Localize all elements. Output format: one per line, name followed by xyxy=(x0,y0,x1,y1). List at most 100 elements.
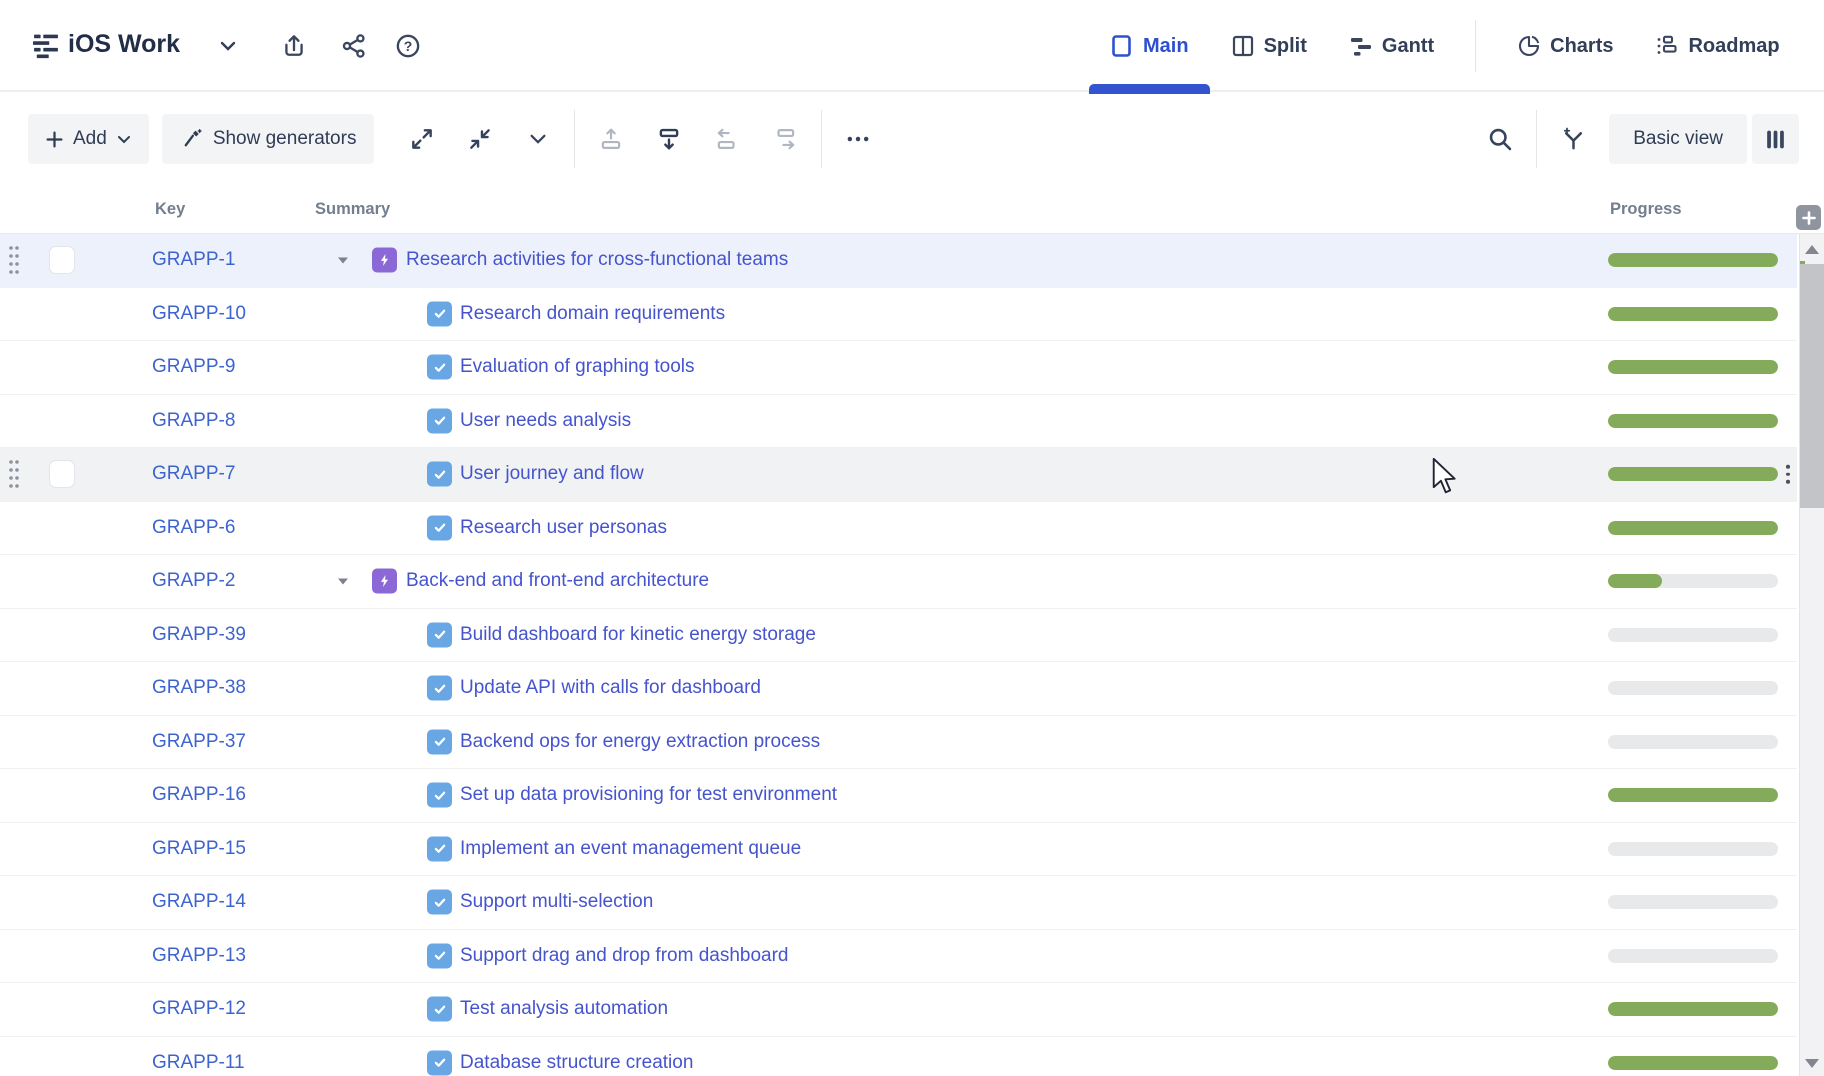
progress-fill xyxy=(1608,574,1662,588)
issue-key[interactable]: GRAPP-13 xyxy=(152,945,246,967)
table-row[interactable]: GRAPP-13 Support drag and drop from dash… xyxy=(0,930,1797,984)
issue-summary[interactable]: User journey and flow xyxy=(460,463,644,485)
issue-key[interactable]: GRAPP-14 xyxy=(152,891,246,913)
issue-summary[interactable]: Back-end and front-end architecture xyxy=(406,570,709,592)
column-header-summary[interactable]: Summary xyxy=(315,200,390,219)
issue-key[interactable]: GRAPP-16 xyxy=(152,784,246,806)
show-generators-button[interactable]: Show generators xyxy=(162,114,375,164)
search-icon[interactable] xyxy=(1486,125,1514,153)
row-checkbox[interactable] xyxy=(49,460,75,488)
table-row[interactable]: GRAPP-2 Back-end and front-end architect… xyxy=(0,555,1797,609)
tab-label: Roadmap xyxy=(1688,35,1779,58)
issue-key[interactable]: GRAPP-7 xyxy=(152,463,235,485)
add-button[interactable]: Add xyxy=(28,114,149,164)
issue-summary[interactable]: Test analysis automation xyxy=(460,998,668,1020)
smart-filter-icon[interactable] xyxy=(1559,125,1587,153)
chevron-down-icon[interactable] xyxy=(220,40,236,52)
table-row[interactable]: GRAPP-7 User journey and flow xyxy=(0,448,1797,502)
collapse-chevron-icon[interactable] xyxy=(336,576,350,586)
column-header-progress[interactable]: Progress xyxy=(1610,200,1682,219)
help-icon[interactable]: ? xyxy=(394,32,422,60)
progress-bar xyxy=(1608,735,1778,749)
issue-summary[interactable]: Set up data provisioning for test enviro… xyxy=(460,784,837,806)
table-row[interactable]: GRAPP-12 Test analysis automation xyxy=(0,983,1797,1037)
table-row[interactable]: GRAPP-8 User needs analysis xyxy=(0,395,1797,449)
drag-handle-icon[interactable] xyxy=(8,243,20,277)
columns-icon[interactable] xyxy=(1752,114,1799,164)
issue-key[interactable]: GRAPP-10 xyxy=(152,303,246,325)
table-row[interactable]: GRAPP-39 Build dashboard for kinetic ene… xyxy=(0,609,1797,663)
export-icon[interactable] xyxy=(280,32,308,60)
issue-summary[interactable]: Build dashboard for kinetic energy stora… xyxy=(460,624,816,646)
collapse-chevron-icon[interactable] xyxy=(336,255,350,265)
more-actions-icon[interactable] xyxy=(844,125,872,153)
issue-summary[interactable]: Backend ops for energy extraction proces… xyxy=(460,731,820,753)
table-row[interactable]: GRAPP-1 Research activities for cross-fu… xyxy=(0,234,1797,288)
progress-bar xyxy=(1608,521,1778,535)
issue-summary[interactable]: Evaluation of graphing tools xyxy=(460,356,695,378)
issue-summary[interactable]: Research domain requirements xyxy=(460,303,725,325)
tab-divider xyxy=(1475,20,1476,72)
column-header-key[interactable]: Key xyxy=(155,200,185,219)
tab-roadmap[interactable]: Roadmap xyxy=(1634,0,1800,92)
row-checkbox[interactable] xyxy=(49,246,75,274)
issue-summary[interactable]: Support multi-selection xyxy=(460,891,653,913)
table-row[interactable]: GRAPP-11 Database structure creation xyxy=(0,1037,1797,1076)
progress-bar xyxy=(1608,307,1778,321)
scrollbar-thumb[interactable] xyxy=(1800,264,1824,508)
issue-summary[interactable]: Support drag and drop from dashboard xyxy=(460,945,789,967)
scroll-up-arrow[interactable] xyxy=(1805,245,1819,254)
progress-fill xyxy=(1608,414,1778,428)
issue-summary[interactable]: Research activities for cross-functional… xyxy=(406,249,788,271)
progress-bar xyxy=(1608,574,1778,588)
issue-summary[interactable]: User needs analysis xyxy=(460,410,631,432)
issue-key[interactable]: GRAPP-2 xyxy=(152,570,235,592)
table-row[interactable]: GRAPP-15 Implement an event management q… xyxy=(0,823,1797,877)
issue-summary[interactable]: Update API with calls for dashboard xyxy=(460,677,761,699)
chevron-down-icon[interactable] xyxy=(524,125,552,153)
task-icon xyxy=(427,997,452,1022)
issue-key[interactable]: GRAPP-37 xyxy=(152,731,246,753)
issue-key[interactable]: GRAPP-8 xyxy=(152,410,235,432)
issue-key[interactable]: GRAPP-39 xyxy=(152,624,246,646)
share-icon[interactable] xyxy=(340,32,368,60)
issue-key[interactable]: GRAPP-15 xyxy=(152,838,246,860)
issue-key[interactable]: GRAPP-12 xyxy=(152,998,246,1020)
row-menu-icon[interactable] xyxy=(1786,465,1790,484)
table-row[interactable]: GRAPP-14 Support multi-selection xyxy=(0,876,1797,930)
expand-all-icon[interactable] xyxy=(408,125,436,153)
add-column-button[interactable] xyxy=(1796,205,1821,230)
insert-below-icon[interactable] xyxy=(655,125,683,153)
tab-main[interactable]: Main xyxy=(1089,0,1210,92)
issue-summary[interactable]: Database structure creation xyxy=(460,1052,693,1074)
table-row[interactable]: GRAPP-9 Evaluation of graphing tools xyxy=(0,341,1797,395)
table-row[interactable]: GRAPP-16 Set up data provisioning for te… xyxy=(0,769,1797,823)
outdent-icon[interactable] xyxy=(713,125,741,153)
task-icon xyxy=(427,783,452,808)
issue-key[interactable]: GRAPP-6 xyxy=(152,517,235,539)
structure-title[interactable]: iOS Work xyxy=(68,30,180,59)
view-selector-button[interactable]: Basic view xyxy=(1609,114,1747,164)
vertical-scrollbar[interactable] xyxy=(1799,234,1824,1076)
insert-above-icon[interactable] xyxy=(597,125,625,153)
issue-key[interactable]: GRAPP-1 xyxy=(152,249,235,271)
issue-key[interactable]: GRAPP-38 xyxy=(152,677,246,699)
issue-summary[interactable]: Implement an event management queue xyxy=(460,838,801,860)
drag-handle-icon[interactable] xyxy=(8,457,20,491)
scroll-down-arrow[interactable] xyxy=(1805,1059,1819,1068)
tab-charts[interactable]: Charts xyxy=(1496,0,1634,92)
table-row[interactable]: GRAPP-6 Research user personas xyxy=(0,502,1797,556)
toolbar: Add Show generators xyxy=(0,92,1824,186)
table-row[interactable]: GRAPP-37 Backend ops for energy extracti… xyxy=(0,716,1797,770)
issue-key[interactable]: GRAPP-9 xyxy=(152,356,235,378)
tab-gantt[interactable]: Gantt xyxy=(1328,0,1455,92)
issue-summary[interactable]: Research user personas xyxy=(460,517,667,539)
toolbar-divider xyxy=(1536,110,1537,168)
table-row[interactable]: GRAPP-38 Update API with calls for dashb… xyxy=(0,662,1797,716)
indent-icon[interactable] xyxy=(771,125,799,153)
progress-fill xyxy=(1608,1056,1778,1070)
tab-split[interactable]: Split xyxy=(1210,0,1328,92)
collapse-all-icon[interactable] xyxy=(466,125,494,153)
issue-key[interactable]: GRAPP-11 xyxy=(152,1052,245,1074)
table-row[interactable]: GRAPP-10 Research domain requirements xyxy=(0,288,1797,342)
